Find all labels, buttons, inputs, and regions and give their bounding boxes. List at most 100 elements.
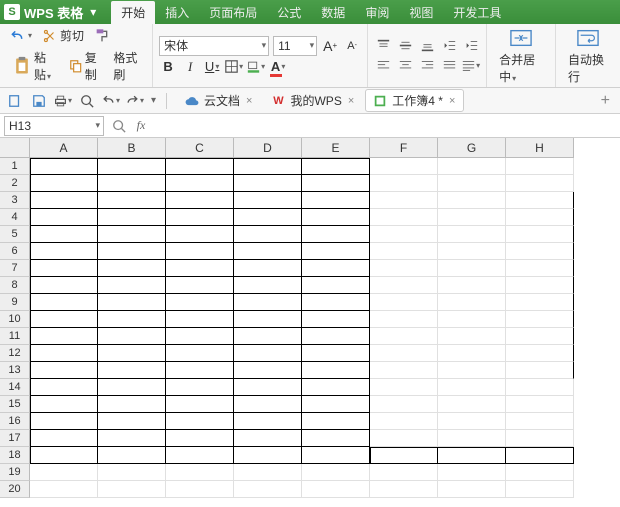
cell-B4[interactable] xyxy=(98,209,166,226)
cell-D3[interactable] xyxy=(234,192,302,209)
cell-A19[interactable] xyxy=(30,464,98,481)
cell-C8[interactable] xyxy=(166,277,234,294)
cell-C6[interactable] xyxy=(166,243,234,260)
row-header-3[interactable]: 3 xyxy=(0,192,30,209)
col-header-E[interactable]: E xyxy=(302,138,370,158)
row-header-20[interactable]: 20 xyxy=(0,481,30,498)
cell-E9[interactable] xyxy=(302,294,370,311)
cell-H6[interactable] xyxy=(506,243,574,260)
cell-A3[interactable] xyxy=(30,192,98,209)
cell-B1[interactable] xyxy=(98,158,166,175)
cell-F6[interactable] xyxy=(370,243,438,260)
row-header-17[interactable]: 17 xyxy=(0,430,30,447)
qat-undo-button[interactable]: ▾ xyxy=(102,92,120,110)
cell-G18[interactable] xyxy=(438,447,506,464)
cell-E6[interactable] xyxy=(302,243,370,260)
doc-tab-2[interactable]: 工作簿4 *× xyxy=(365,89,464,112)
borders-button[interactable]: ▾ xyxy=(225,58,243,76)
cell-A17[interactable] xyxy=(30,430,98,447)
format-painter-button[interactable]: 格式刷 xyxy=(110,48,146,84)
cell-B7[interactable] xyxy=(98,260,166,277)
align-justify-button[interactable] xyxy=(440,57,458,75)
cell-H16[interactable] xyxy=(506,413,574,430)
cell-E15[interactable] xyxy=(302,396,370,413)
cell-F10[interactable] xyxy=(370,311,438,328)
cell-B5[interactable] xyxy=(98,226,166,243)
cell-E3[interactable] xyxy=(302,192,370,209)
cell-B3[interactable] xyxy=(98,192,166,209)
cell-D9[interactable] xyxy=(234,294,302,311)
cell-H18[interactable] xyxy=(506,447,574,464)
font-family-select[interactable]: 宋体 xyxy=(159,36,269,56)
cell-E5[interactable] xyxy=(302,226,370,243)
cell-D8[interactable] xyxy=(234,277,302,294)
menu-tab-0[interactable]: 开始 xyxy=(111,1,155,24)
menu-tab-4[interactable]: 数据 xyxy=(311,1,355,24)
cell-H15[interactable] xyxy=(506,396,574,413)
cell-H17[interactable] xyxy=(506,430,574,447)
row-header-12[interactable]: 12 xyxy=(0,345,30,362)
cell-G16[interactable] xyxy=(438,413,506,430)
cell-B8[interactable] xyxy=(98,277,166,294)
cell-F14[interactable] xyxy=(370,379,438,396)
align-middle-button[interactable] xyxy=(396,37,414,55)
cell-A10[interactable] xyxy=(30,311,98,328)
align-distribute-button[interactable]: ▾ xyxy=(462,57,480,75)
align-left-button[interactable] xyxy=(374,57,392,75)
cell-C18[interactable] xyxy=(166,447,234,464)
cell-C12[interactable] xyxy=(166,345,234,362)
fx-search-button[interactable] xyxy=(108,115,130,137)
row-header-11[interactable]: 11 xyxy=(0,328,30,345)
cell-B14[interactable] xyxy=(98,379,166,396)
decrease-font-button[interactable]: A- xyxy=(343,37,361,55)
cell-C3[interactable] xyxy=(166,192,234,209)
cell-A18[interactable] xyxy=(30,447,98,464)
cell-D15[interactable] xyxy=(234,396,302,413)
row-header-7[interactable]: 7 xyxy=(0,260,30,277)
cell-A4[interactable] xyxy=(30,209,98,226)
paste-button[interactable]: 粘贴▾ xyxy=(6,47,62,85)
cell-F16[interactable] xyxy=(370,413,438,430)
indent-increase-button[interactable] xyxy=(462,37,480,55)
cell-A7[interactable] xyxy=(30,260,98,277)
cell-D10[interactable] xyxy=(234,311,302,328)
qat-customize[interactable]: ▾ xyxy=(151,95,156,106)
cell-E10[interactable] xyxy=(302,311,370,328)
align-center-button[interactable] xyxy=(396,57,414,75)
cell-F2[interactable] xyxy=(370,175,438,192)
cell-G15[interactable] xyxy=(438,396,506,413)
cell-G10[interactable] xyxy=(438,311,506,328)
cell-G14[interactable] xyxy=(438,379,506,396)
cell-C1[interactable] xyxy=(166,158,234,175)
cell-G2[interactable] xyxy=(438,175,506,192)
cell-F19[interactable] xyxy=(370,464,438,481)
indent-decrease-button[interactable] xyxy=(440,37,458,55)
cell-G11[interactable] xyxy=(438,328,506,345)
cell-H13[interactable] xyxy=(506,362,574,379)
cell-H8[interactable] xyxy=(506,277,574,294)
col-header-F[interactable]: F xyxy=(370,138,438,158)
cell-H1[interactable] xyxy=(506,158,574,175)
underline-button[interactable]: U▾ xyxy=(203,58,221,76)
cell-E4[interactable] xyxy=(302,209,370,226)
cell-D11[interactable] xyxy=(234,328,302,345)
fx-button[interactable]: fx xyxy=(130,115,152,137)
col-header-H[interactable]: H xyxy=(506,138,574,158)
cell-H2[interactable] xyxy=(506,175,574,192)
cell-C11[interactable] xyxy=(166,328,234,345)
cell-F11[interactable] xyxy=(370,328,438,345)
cell-A8[interactable] xyxy=(30,277,98,294)
cell-H14[interactable] xyxy=(506,379,574,396)
cell-G13[interactable] xyxy=(438,362,506,379)
cell-E20[interactable] xyxy=(302,481,370,498)
row-header-9[interactable]: 9 xyxy=(0,294,30,311)
col-header-B[interactable]: B xyxy=(98,138,166,158)
cell-D20[interactable] xyxy=(234,481,302,498)
cell-B12[interactable] xyxy=(98,345,166,362)
cell-B15[interactable] xyxy=(98,396,166,413)
cell-B2[interactable] xyxy=(98,175,166,192)
menu-tab-6[interactable]: 视图 xyxy=(399,1,443,24)
cell-B11[interactable] xyxy=(98,328,166,345)
row-header-14[interactable]: 14 xyxy=(0,379,30,396)
cell-F12[interactable] xyxy=(370,345,438,362)
